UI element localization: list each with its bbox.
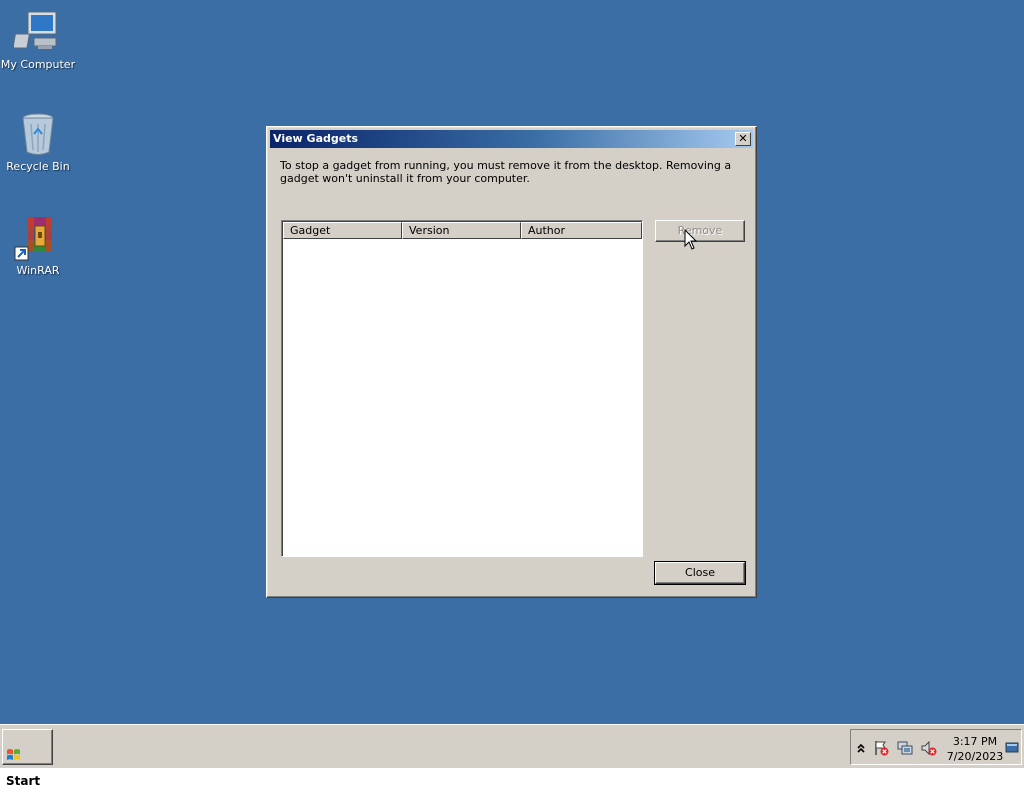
show-hidden-icon[interactable]	[853, 740, 869, 756]
desktop-icon-winrar[interactable]: WinRAR	[0, 214, 76, 277]
system-tray: 3:17 PM 7/20/2023	[850, 729, 1022, 765]
clock-time[interactable]: 3:17 PM	[943, 735, 1007, 748]
column-header-gadget[interactable]: Gadget	[283, 222, 402, 239]
start-button[interactable]: Start	[2, 729, 53, 788]
remove-button[interactable]: Remove	[655, 220, 745, 242]
desktop-icon-my-computer[interactable]: My Computer	[0, 8, 76, 71]
column-header-author[interactable]: Author	[521, 222, 642, 239]
mouse-cursor-icon	[684, 228, 698, 251]
clock-date[interactable]: 7/20/2023	[943, 750, 1007, 763]
view-gadgets-dialog: View Gadgets ✕ To stop a gadget from run…	[266, 126, 757, 598]
winrar-icon	[14, 214, 62, 262]
column-header-version[interactable]: Version	[402, 222, 521, 239]
close-button[interactable]: Close	[654, 561, 746, 585]
list-header: Gadget Version Author	[283, 222, 642, 239]
desktop-icon-recycle-bin[interactable]: Recycle Bin	[0, 110, 76, 173]
network-icon[interactable]	[897, 740, 913, 756]
show-desktop-icon[interactable]	[1005, 741, 1021, 757]
desktop-icon-label: My Computer	[0, 58, 76, 71]
desktop[interactable]: My Computer Recycle Bin WinRAR View Gadg…	[0, 0, 1024, 724]
dialog-title-bar[interactable]: View Gadgets ✕	[270, 130, 753, 148]
start-label: Start	[6, 774, 41, 788]
desktop-icon-label: WinRAR	[16, 264, 60, 277]
computer-icon	[12, 8, 62, 56]
close-icon[interactable]: ✕	[735, 132, 751, 146]
volume-muted-icon[interactable]	[921, 740, 937, 756]
dialog-title: View Gadgets	[273, 132, 359, 145]
action-center-flag-icon[interactable]	[873, 740, 889, 756]
desktop-icon-label: Recycle Bin	[6, 160, 70, 173]
taskbar: Start 3:17 PM 7/20/2023	[0, 724, 1024, 788]
dialog-description: To stop a gadget from running, you must …	[280, 159, 732, 185]
gadget-list[interactable]: Gadget Version Author	[281, 220, 643, 557]
windows-logo-icon	[6, 741, 21, 760]
recycle-bin-icon	[14, 110, 62, 158]
